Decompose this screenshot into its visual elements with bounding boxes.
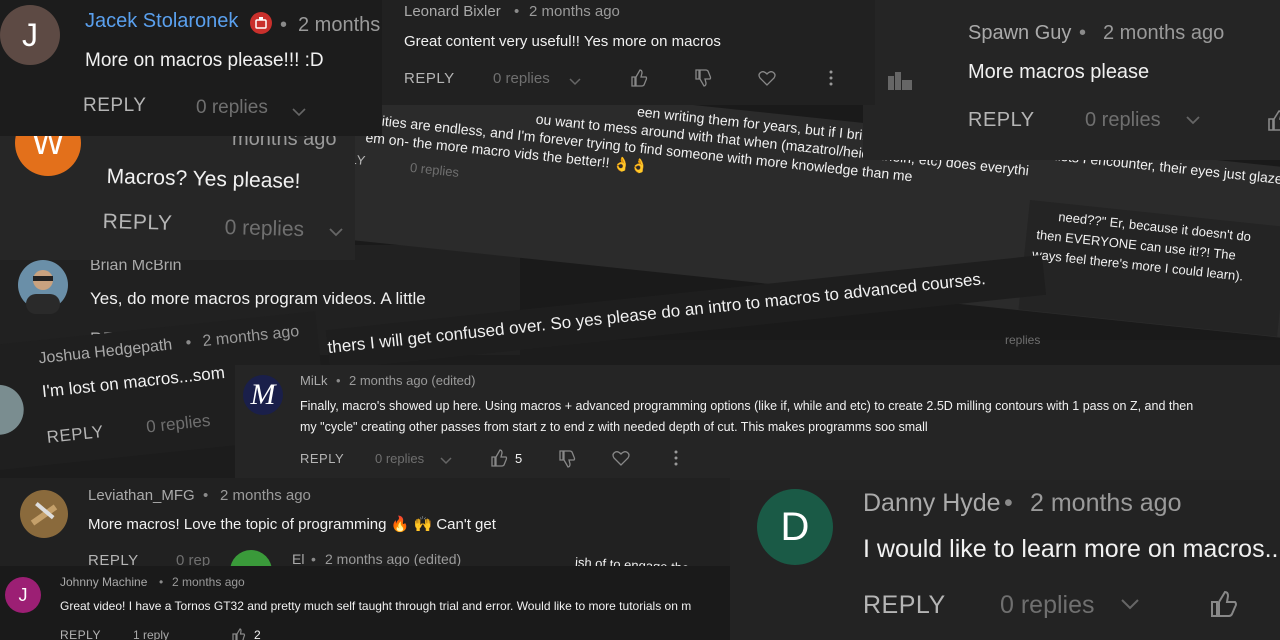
replies-toggle[interactable]: 0 replies [224, 216, 304, 242]
comment-text: Macros? Yes please! [106, 165, 301, 194]
timestamp[interactable]: 2 months [298, 14, 380, 37]
comment-card-danny: D Danny Hyde • 2 months ago I would like… [730, 480, 1280, 640]
separator-dot: • [159, 575, 164, 589]
milk-logo-icon: M [250, 378, 276, 411]
thumbs-up-icon[interactable] [490, 449, 508, 472]
comment-text: I would like to learn more on macros... [863, 535, 1280, 563]
thumbs-down-icon[interactable] [558, 450, 576, 473]
comment-text: More macros please [968, 61, 1150, 83]
chevron-down-icon[interactable] [328, 226, 344, 244]
timestamp[interactable]: 2 months ago (edited) [349, 373, 475, 388]
tools-logo-icon [30, 502, 58, 526]
reply-button[interactable]: REPLY [863, 591, 946, 620]
reply-button[interactable]: REPLY [83, 95, 146, 117]
avatar-leviathan [20, 490, 68, 538]
timestamp[interactable]: 2 months ago [529, 3, 620, 20]
like-count: 5 [515, 451, 523, 466]
thumbs-up-icon[interactable] [1210, 590, 1238, 623]
author-name[interactable]: El [292, 551, 304, 567]
timestamp[interactable]: 2 months ago [220, 487, 311, 504]
replies-toggle[interactable]: 0 replies [1085, 109, 1161, 132]
separator-dot: • [311, 551, 316, 567]
comment-text: More on macros please!!! :D [85, 50, 324, 71]
heart-icon[interactable] [758, 70, 776, 91]
comment-card-jacek: J Jacek Stolaronek • 2 months More on ma… [0, 0, 382, 136]
timestamp[interactable]: 2 months ago [1030, 489, 1182, 518]
reply-button[interactable]: REPLY [300, 451, 344, 466]
timestamp[interactable]: 2 months ago [172, 575, 245, 589]
comment-card-leviathan: Leviathan_MFG • 2 months ago More macros… [0, 478, 730, 570]
avatar-joshua [0, 382, 27, 438]
replies-toggle[interactable]: 0 replies [1000, 591, 1095, 620]
comment-text: I'm lost on macros...som [41, 363, 226, 402]
replies-toggle[interactable]: 0 replies [375, 451, 424, 466]
avatar-milk: M [243, 375, 283, 415]
thumbs-up-icon[interactable] [1267, 110, 1280, 137]
avatar-danny: D [757, 489, 833, 565]
separator-dot: • [336, 373, 341, 388]
comment-text: Yes, do more macros program videos. A li… [90, 289, 426, 308]
replies-toggle[interactable]: 0 replies [493, 70, 550, 87]
separator-dot: • [280, 14, 288, 36]
comment-card-johnny: J Johnny Machine • 2 months ago Great vi… [0, 566, 735, 640]
comment-text: More macros! Love the topic of programmi… [88, 516, 496, 533]
badge-icon [250, 12, 272, 39]
more-vert-icon[interactable] [673, 450, 679, 471]
author-name[interactable]: Spawn Guy [968, 22, 1071, 45]
more-vert-icon[interactable] [828, 70, 834, 91]
thumbs-up-icon[interactable] [232, 628, 246, 640]
heart-icon[interactable] [612, 450, 630, 471]
separator-dot: • [1004, 489, 1013, 517]
reply-button[interactable]: REPLY [404, 70, 455, 87]
separator-dot: • [203, 487, 209, 504]
comment-text-line: Finally, macro's showed up here. Using m… [300, 399, 1194, 413]
comment-text-line: my "cycle" creating other passes from st… [300, 420, 928, 434]
comment-card-milk: M MiLk • 2 months ago (edited) Finally, … [235, 365, 1280, 480]
chevron-down-icon[interactable] [569, 74, 581, 92]
like-count: 2 [254, 628, 261, 640]
person-photo-icon [26, 270, 60, 314]
chevron-down-icon[interactable] [440, 453, 452, 471]
reply-button[interactable]: REPLY [60, 628, 101, 640]
separator-dot: • [1079, 22, 1087, 44]
avatar-brian [18, 260, 68, 314]
timestamp[interactable]: 2 months ago [202, 323, 300, 351]
comment-text: Great content very useful!! Yes more on … [404, 33, 721, 50]
reply-button[interactable]: REPLY [102, 210, 172, 236]
reply-button[interactable]: REPLY [46, 422, 105, 448]
chevron-down-icon[interactable] [1185, 114, 1201, 132]
avatar-jacek: J [0, 5, 60, 65]
replies-toggle[interactable]: 0 replies [409, 160, 459, 180]
author-name[interactable]: Leviathan_MFG [88, 487, 195, 504]
avatar-letter: J [18, 584, 28, 605]
author-name[interactable]: MiLk [300, 373, 327, 388]
thumbs-down-icon[interactable] [694, 69, 712, 92]
separator-dot: • [184, 334, 193, 352]
replies-toggle[interactable]: 1 reply [133, 628, 169, 640]
author-name[interactable]: Leonard Bixler [404, 3, 501, 20]
author-name[interactable]: Joshua Hedgepath [38, 336, 173, 368]
timestamp[interactable]: 2 months ago [1103, 22, 1224, 45]
author-name[interactable]: Jacek Stolaronek [85, 10, 238, 33]
chevron-down-icon[interactable] [292, 104, 306, 122]
comment-text: Great video! I have a Tornos GT32 and pr… [60, 599, 692, 613]
thumbs-up-icon[interactable] [630, 69, 648, 92]
avatar-letter: J [22, 16, 38, 53]
author-name[interactable]: Danny Hyde [863, 489, 1001, 518]
comment-card-spawn: Spawn Guy • 2 months ago More macros ple… [863, 0, 1280, 160]
comment-card-leonard: Leonard Bixler • 2 months ago Great cont… [375, 0, 875, 105]
logo-icon [888, 72, 914, 97]
chevron-down-icon[interactable] [1120, 597, 1140, 616]
avatar-johnny: J [5, 577, 41, 613]
separator-dot: • [514, 3, 520, 20]
author-name[interactable]: Johnny Machine [60, 575, 147, 589]
timestamp[interactable]: 2 months ago (edited) [325, 551, 461, 567]
replies-toggle[interactable]: 0 replies [196, 97, 268, 119]
avatar-letter: D [780, 504, 810, 549]
reply-button[interactable]: REPLY [968, 109, 1035, 132]
replies-toggle[interactable]: replies [1005, 333, 1040, 347]
replies-toggle[interactable]: 0 replies [145, 411, 211, 438]
